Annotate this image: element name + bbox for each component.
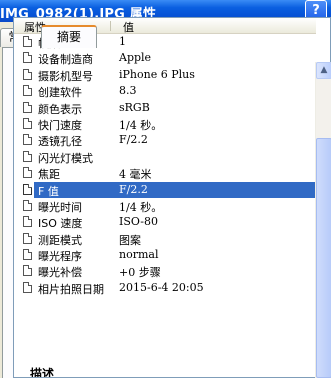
property-list[interactable]: 属性 值 帧数1设备制造商Apple摄影机型号iPhone 6 Plus创建软件… <box>13 17 331 378</box>
table-row[interactable]: F 值 F/2.2 <box>14 181 316 198</box>
section-heading-description[interactable]: 描述 <box>30 365 54 377</box>
document-icon <box>23 216 32 228</box>
property-value: F/2.2 <box>119 133 148 147</box>
property-value: iPhone 6 Plus <box>119 67 195 81</box>
property-value: ISO-80 <box>119 215 159 229</box>
table-row[interactable]: 曝光程序 normal <box>14 247 316 263</box>
table-row[interactable]: 设备制造商 Apple <box>14 50 316 66</box>
property-value: Apple <box>119 51 152 65</box>
document-icon <box>23 232 32 244</box>
document-icon <box>23 85 32 97</box>
document-icon <box>23 249 32 261</box>
property-rows: 帧数1设备制造商Apple摄影机型号iPhone 6 Plus创建软件8.3颜色… <box>14 34 316 296</box>
document-icon <box>23 134 32 146</box>
table-row[interactable]: 透镜孔径 F/2.2 <box>14 132 316 148</box>
table-row[interactable]: 快门速度 1/4 秒。 <box>14 116 316 132</box>
property-value: F/2.2 <box>119 182 148 196</box>
document-icon <box>23 150 32 162</box>
property-value: 1/4 秒。 <box>119 200 163 214</box>
property-value: 1/4 秒。 <box>119 118 163 132</box>
property-name: ISO 速度 <box>38 217 83 231</box>
property-value: 2015-6-4 20:05 <box>119 280 204 294</box>
table-row[interactable]: 曝光补偿 +0 步骤 <box>14 263 316 279</box>
document-icon <box>23 117 32 129</box>
table-row[interactable]: 焦距 4 毫米 <box>14 165 316 181</box>
document-icon <box>23 36 32 47</box>
property-value: sRGB <box>119 100 150 114</box>
table-row[interactable]: 相片拍照日期 2015-6-4 20:05 <box>14 280 316 296</box>
document-icon <box>23 52 32 64</box>
table-row[interactable]: ISO 速度 ISO-80 <box>14 214 316 230</box>
document-icon <box>23 183 32 195</box>
document-icon <box>23 167 32 179</box>
column-header-value[interactable]: 值 <box>123 19 134 35</box>
row-selection-highlight <box>34 181 316 198</box>
property-name: 摄影机型号 <box>38 69 93 83</box>
document-icon <box>23 265 32 277</box>
property-value: 4 毫米 <box>119 168 152 182</box>
vertical-scrollbar[interactable]: ▲ <box>315 62 331 378</box>
document-icon <box>23 281 32 293</box>
property-name: 快门速度 <box>38 118 82 132</box>
table-row[interactable]: 曝光时间 1/4 秒。 <box>14 198 316 214</box>
table-row[interactable]: 测距模式 图案 <box>14 231 316 247</box>
table-row[interactable]: 颜色表示 sRGB <box>14 100 316 116</box>
column-divider[interactable] <box>110 21 111 31</box>
scroll-thumb[interactable] <box>316 138 331 378</box>
property-name: 相片拍照日期 <box>38 282 104 296</box>
property-name: 透镜孔径 <box>38 135 82 149</box>
property-name: 设备制造商 <box>38 53 93 67</box>
property-value: +0 步骤 <box>119 266 161 280</box>
tab-summary[interactable]: 摘要 <box>41 25 97 48</box>
table-row[interactable]: 闪光灯模式 <box>14 149 316 165</box>
document-icon <box>23 199 32 211</box>
property-name: 颜色表示 <box>38 102 82 116</box>
property-name: 创建软件 <box>38 86 82 100</box>
scroll-up-arrow-icon[interactable]: ▲ <box>316 62 331 79</box>
document-icon <box>23 101 32 113</box>
property-name: 焦距 <box>38 168 60 182</box>
property-name: 闪光灯模式 <box>38 151 93 165</box>
property-name: 曝光时间 <box>38 200 82 214</box>
property-value: 8.3 <box>119 84 137 98</box>
table-row[interactable]: 创建软件 8.3 <box>14 83 316 99</box>
property-name: 测距模式 <box>38 233 82 247</box>
property-value: 图案 <box>119 233 141 247</box>
property-value: 1 <box>119 35 126 48</box>
property-value: normal <box>119 248 159 262</box>
document-icon <box>23 68 32 80</box>
property-name: F 值 <box>38 184 59 198</box>
property-name: 曝光程序 <box>38 250 82 264</box>
property-name: 曝光补偿 <box>38 266 82 280</box>
table-row[interactable]: 摄影机型号 iPhone 6 Plus <box>14 67 316 83</box>
